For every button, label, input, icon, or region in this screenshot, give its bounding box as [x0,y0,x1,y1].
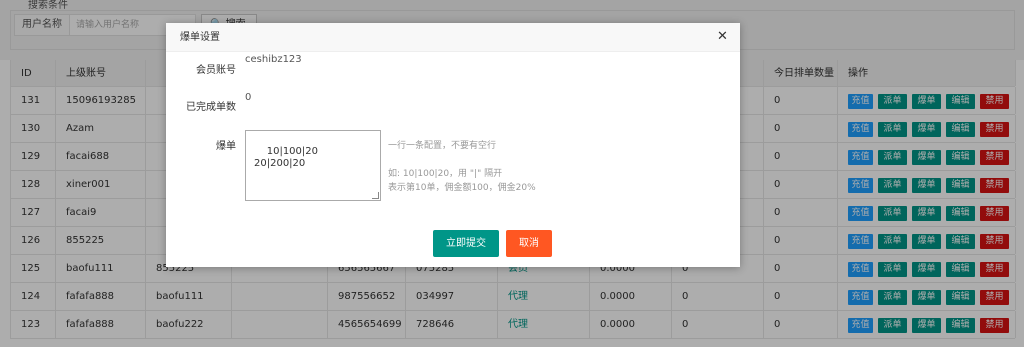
resize-handle-icon[interactable] [372,192,379,199]
burst-settings-dialog: 爆单设置 ✕ 会员账号 ceshibz123 已完成单数 0 爆单 10|100… [166,23,740,267]
submit-button[interactable]: 立即提交 [433,230,499,257]
cancel-button[interactable]: 取消 [506,230,552,257]
completed-value: 0 [245,92,252,103]
account-label: 会员账号 [196,65,236,76]
burst-label: 爆单 [216,141,236,152]
burst-config-text: 10|100|20 20|200|20 [254,146,318,169]
hint-line-3: 表示第10单，佣金额100，佣金20% [388,183,536,193]
hint-line-2: 如: 10|100|20，用 "|" 隔开 [388,169,503,179]
dialog-header: 爆单设置 ✕ [166,23,740,52]
completed-label: 已完成单数 [186,102,236,113]
account-value: ceshibz123 [245,54,302,65]
hint-line-1: 一行一条配置，不要有空行 [388,141,497,151]
dialog-title: 爆单设置 [180,32,220,43]
burst-config-textarea[interactable]: 10|100|20 20|200|20 [245,130,381,201]
close-icon[interactable]: ✕ [717,29,728,45]
